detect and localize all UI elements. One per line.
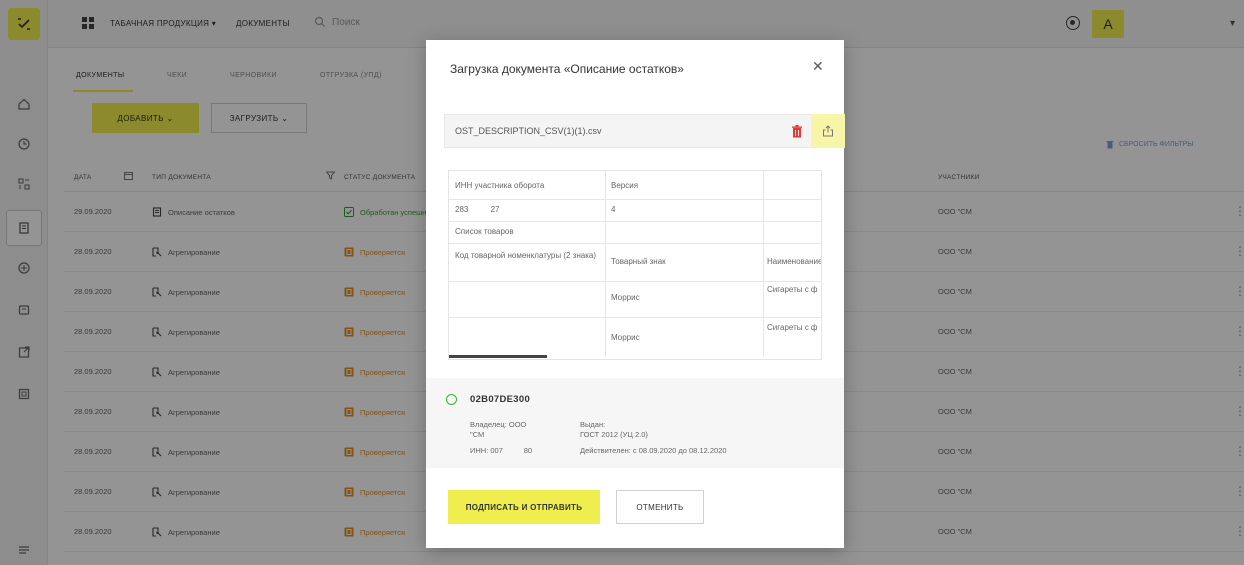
cell-name-1: Сигареты с ф [767,285,818,294]
upload-icon [823,125,833,137]
cell-brand-1: Моррис [611,293,640,302]
close-icon[interactable]: ✕ [812,58,824,75]
cell-name-2: Сигареты с ф [767,323,818,332]
cell-brand-2: Моррис [611,333,640,342]
dialog-title: Загрузка документа «Описание остатков» [450,62,684,76]
grid-line [449,281,821,282]
check-circle-icon [446,394,457,405]
cell-name-header: Наименование [767,257,822,266]
grid-line [605,171,606,357]
grid-line [449,243,821,244]
cell-version-value: 4 [611,205,616,214]
cancel-button[interactable]: ОТМЕНИТЬ [616,490,704,524]
certificate-issued-label: Выдан: [580,420,606,429]
delete-file-icon[interactable] [791,125,803,138]
upload-document-dialog: Загрузка документа «Описание остатков» ✕… [426,40,845,548]
horizontal-scrollbar[interactable] [449,355,547,358]
grid-line [763,171,764,357]
grid-line [449,221,821,222]
file-field: OST_DESCRIPTION_CSV(1)(1).csv [444,114,845,148]
csv-preview-table: ИНН участника оборота Версия 283 27 4 Сп… [448,170,822,360]
file-name: OST_DESCRIPTION_CSV(1)(1).csv [455,126,602,136]
certificate-owner-suffix: "СМ [470,430,485,439]
sign-and-send-button[interactable]: ПОДПИСАТЬ И ОТПРАВИТЬ [448,490,600,524]
upload-button[interactable] [811,114,845,148]
grid-line [449,317,821,318]
certificate-id: 02B07DE300 [470,394,531,405]
grid-line [449,199,821,200]
cell-brand-header: Товарный знак [611,257,666,266]
cell-goods-list: Список товаров [455,227,514,236]
cell-inn-value: 283 27 [455,205,500,214]
certificate-issuer: ГОСТ 2012 (УЦ 2.0) [580,430,648,439]
certificate-validity: Действителен: с 08.09.2020 до 08.12.2020 [580,446,727,455]
certificate-inn: ИНН: 007 80 [470,446,533,455]
certificate-owner: Владелец: ООО [470,420,527,429]
cell-code-header: Код товарной номенклатуры (2 знака) [455,251,596,260]
cell-version-label: Версия [611,181,639,190]
cell-inn-label: ИНН участника оборота [455,181,545,190]
certificate-card[interactable]: 02B07DE300 Владелец: ООО "СМ ИНН: 007 80… [426,378,844,468]
